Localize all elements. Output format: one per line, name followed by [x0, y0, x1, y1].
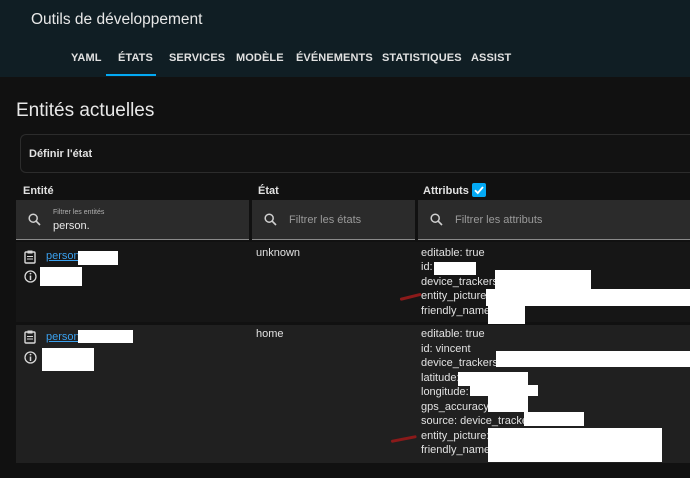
- entity-cell: person.: [16, 242, 250, 322]
- tab-evenements[interactable]: ÉVÉNEMENTS: [296, 52, 373, 64]
- search-icon: [430, 213, 443, 226]
- redaction-block: [496, 351, 690, 367]
- check-icon: [474, 186, 484, 195]
- redaction-block: [488, 305, 525, 324]
- attribute-line: gps_accuracy:: [421, 401, 492, 413]
- redaction-block: [524, 412, 584, 426]
- page-title: Entités actuelles: [16, 100, 155, 121]
- redaction-block: [78, 330, 133, 343]
- active-tab-indicator: [106, 74, 156, 76]
- app-title: Outils de développement: [31, 11, 203, 28]
- attributes-filter-input[interactable]: Filtrer les attributs: [418, 200, 690, 240]
- redaction-block: [495, 270, 591, 290]
- attribute-line: longitude:: [421, 386, 469, 398]
- attribute-line: editable: true: [421, 328, 485, 340]
- state-cell: unknown: [252, 242, 416, 322]
- tab-bar: YAML ÉTATS SERVICES MODÈLE ÉVÉNEMENTS ST…: [0, 48, 690, 77]
- set-state-label: Définir l'état: [29, 148, 93, 160]
- state-value: unknown: [256, 247, 301, 259]
- attributes-cell: editable: true id: device_trackers: enti…: [418, 242, 690, 324]
- redaction-block: [42, 348, 94, 371]
- redaction-block: [434, 262, 476, 275]
- entity-filter-input[interactable]: Filtrer les entités person.: [16, 200, 249, 240]
- table-row: person. home editable: true id: vincent …: [16, 325, 690, 463]
- set-state-panel[interactable]: Définir l'état: [20, 134, 690, 173]
- entity-filter-value: person.: [53, 220, 90, 232]
- attribute-line: latitude:: [421, 372, 460, 384]
- search-icon: [28, 213, 41, 226]
- attribute-line: id: vincent: [421, 343, 471, 355]
- attribute-line: entity_picture:: [421, 290, 490, 302]
- tab-etats[interactable]: ÉTATS: [118, 52, 153, 64]
- redaction-block: [458, 372, 528, 386]
- table-row: person. unknown editable: true id: devic…: [16, 242, 690, 324]
- clipboard-icon[interactable]: [24, 250, 36, 264]
- attribute-line: id:: [421, 261, 433, 273]
- tab-modele[interactable]: MODÈLE: [236, 52, 284, 64]
- entity-filter-label: Filtrer les entités: [53, 209, 105, 216]
- entity-cell: person.: [16, 325, 250, 463]
- redaction-block: [488, 428, 662, 462]
- attribute-line: entity_picture: /: [421, 430, 496, 442]
- attributes-filter-placeholder: Filtrer les attributs: [455, 214, 543, 226]
- attribute-line: device_trackers:: [421, 357, 502, 369]
- info-icon[interactable]: [24, 270, 37, 283]
- column-header-attributes: Attributs: [423, 185, 469, 197]
- state-filter-placeholder: Filtrer les états: [289, 214, 362, 226]
- attribute-line: source: device_tracker.: [421, 415, 535, 427]
- attribute-line: editable: true: [421, 247, 485, 259]
- attribute-line: friendly_name:: [421, 305, 494, 317]
- state-filter-input[interactable]: Filtrer les états: [252, 200, 415, 240]
- column-header-entity: Entité: [23, 185, 54, 197]
- column-header-state: État: [258, 185, 279, 197]
- redaction-block: [488, 394, 528, 412]
- clipboard-icon[interactable]: [24, 330, 36, 344]
- top-app-bar: Outils de développement YAML ÉTATS SERVI…: [0, 0, 690, 77]
- tab-services[interactable]: SERVICES: [169, 52, 225, 64]
- tab-assist[interactable]: ASSIST: [471, 52, 511, 64]
- redaction-block: [40, 267, 82, 286]
- attributes-checkbox[interactable]: [472, 183, 486, 197]
- attribute-line: friendly_name:: [421, 444, 494, 456]
- state-value: home: [256, 328, 284, 340]
- tab-statistiques[interactable]: STATISTIQUES: [382, 52, 462, 64]
- attributes-cell: editable: true id: vincent device_tracke…: [418, 325, 690, 463]
- attribute-line: device_trackers:: [421, 276, 502, 288]
- info-icon[interactable]: [24, 351, 37, 364]
- redaction-block: [78, 251, 118, 265]
- search-icon: [264, 213, 277, 226]
- redaction-block: [486, 289, 690, 306]
- tab-yaml[interactable]: YAML: [71, 52, 102, 64]
